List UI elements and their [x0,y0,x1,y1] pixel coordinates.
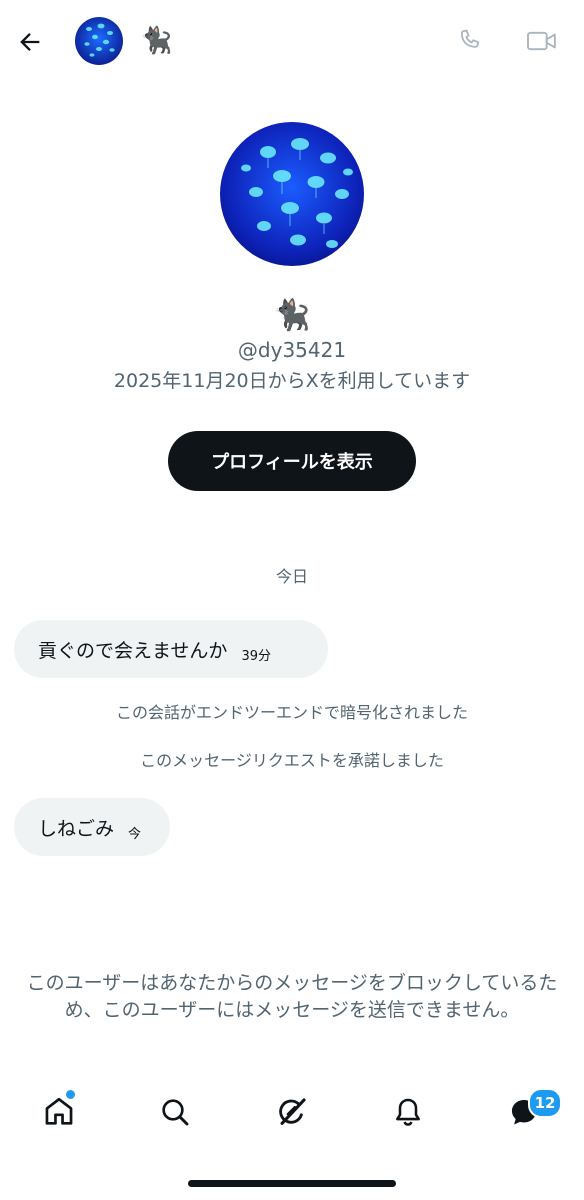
message-time: 今 [128,826,142,842]
home-indicator [188,1180,396,1187]
messages-badge: 12 [528,1088,562,1118]
encryption-notice: この会話がエンドツーエンドで暗号化されました [115,703,468,722]
tab-search[interactable] [151,1088,199,1136]
arrow-left-icon [20,33,40,51]
header-avatar[interactable] [75,17,123,65]
home-icon [45,1097,73,1125]
call-button[interactable] [452,23,488,59]
video-call-button[interactable] [522,23,562,59]
day-separator: 今日 [275,567,308,586]
header-name-emoji: 🐈‍⬛ [140,26,173,56]
joined-date: 2025年11月20日からXを利用しています [113,370,471,392]
video-icon [527,31,556,51]
home-unread-dot [66,1090,75,1099]
profile-handle: @dy35421 [237,338,347,362]
message-time: 39分 [241,648,271,664]
request-accepted-notice: このメッセージリクエストを承諾しました [140,751,444,770]
phone-icon [460,29,480,48]
message-bubble[interactable]: 貢ぐので会えませんか 39分 [14,620,328,678]
search-icon [162,1099,189,1126]
jellyfish-avatar-image [75,17,123,65]
tab-notifications[interactable] [384,1088,432,1136]
message-text: しねごみ [38,817,115,840]
grok-icon [279,1098,306,1125]
bell-icon [396,1098,420,1126]
message-text: 貢ぐので会えませんか [38,639,228,662]
view-profile-button[interactable]: プロフィールを表示 [168,431,416,491]
profile-name-emoji: 🐈‍⬛ [273,298,311,333]
blocked-notice: このユーザーはあなたからのメッセージをブロックしているため、このユーザーにはメッ… [26,972,558,1021]
message-bubble[interactable]: しねごみ 今 [14,798,170,856]
jellyfish-avatar-image [220,122,364,266]
tab-home[interactable] [35,1088,83,1136]
back-button[interactable] [12,24,48,60]
tab-grok[interactable] [268,1088,316,1136]
profile-avatar[interactable] [220,122,364,266]
